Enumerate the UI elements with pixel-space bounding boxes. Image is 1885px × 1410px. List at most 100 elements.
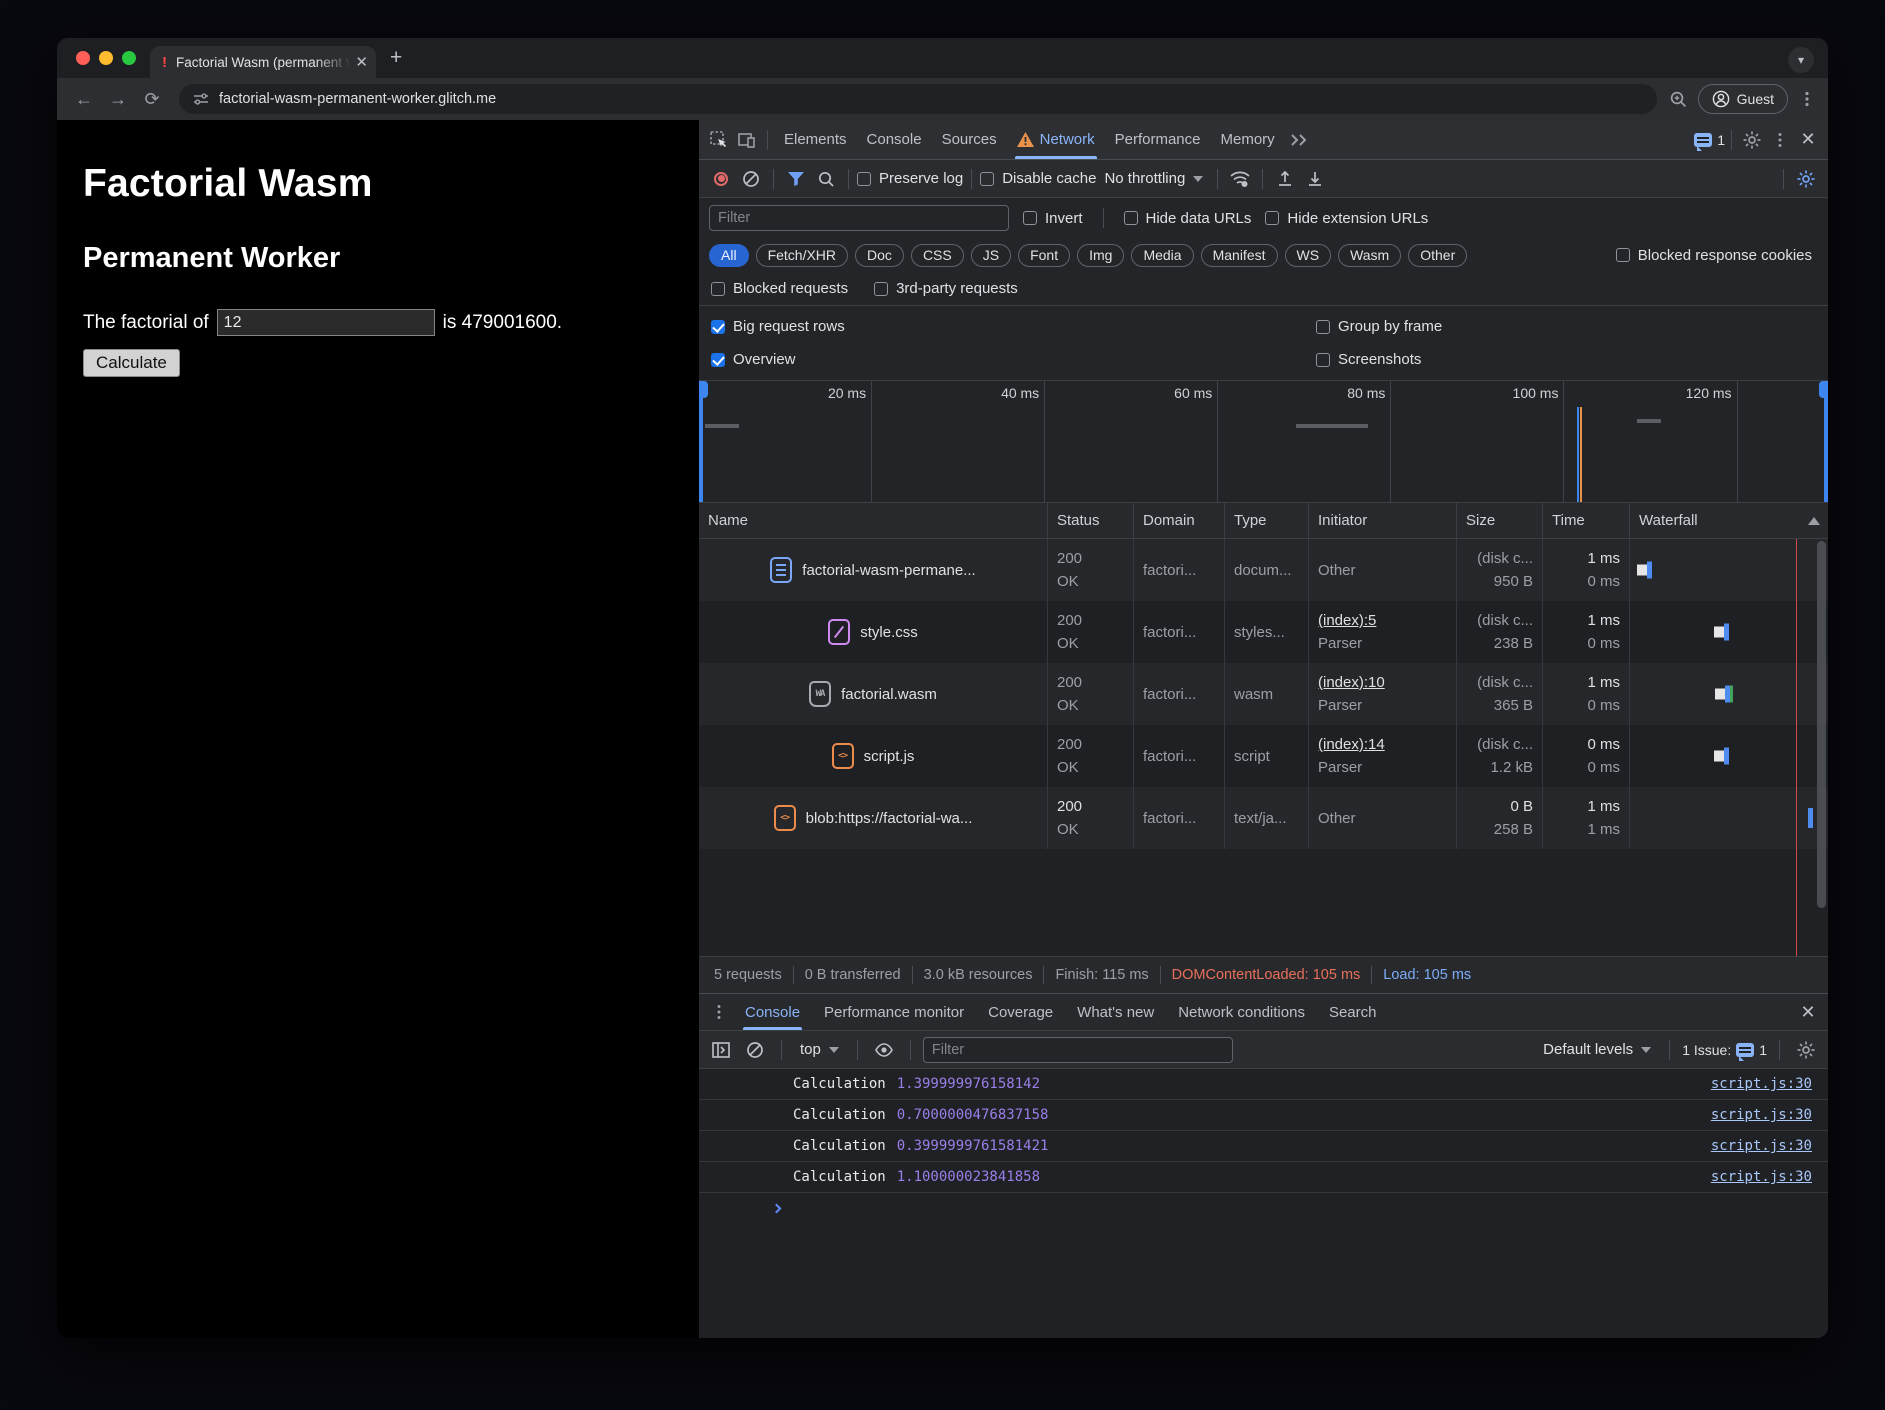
drawer-tab-search[interactable]: Search	[1317, 994, 1389, 1030]
column-header-type[interactable]: Type	[1225, 503, 1309, 538]
preserve-log-checkbox[interactable]: Preserve log	[857, 170, 963, 187]
initiator-link[interactable]: (index):5	[1318, 610, 1447, 631]
throttling-dropdown[interactable]: No throttling	[1098, 170, 1209, 187]
chip-ws[interactable]: WS	[1285, 244, 1332, 267]
source-location-link[interactable]: script.js:30	[1711, 1169, 1812, 1185]
column-header-waterfall[interactable]: Waterfall	[1630, 503, 1828, 538]
drawer-tab-whats-new[interactable]: What's new	[1065, 994, 1166, 1030]
initiator-link[interactable]: (index):14	[1318, 734, 1447, 755]
tab-console[interactable]: Console	[857, 120, 932, 159]
chip-media[interactable]: Media	[1131, 244, 1193, 267]
console-prompt[interactable]	[699, 1193, 1828, 1224]
screenshots-checkbox[interactable]: Screenshots	[1316, 351, 1421, 368]
source-location-link[interactable]: script.js:30	[1711, 1107, 1812, 1123]
table-row[interactable]: <> script.js 200OK factori... script (in…	[699, 725, 1828, 787]
console-log-entry[interactable]: Calculation 1.399999976158142 script.js:…	[699, 1069, 1828, 1100]
hide-data-urls-checkbox[interactable]: Hide data URLs	[1124, 210, 1252, 227]
tab-memory[interactable]: Memory	[1211, 120, 1285, 159]
close-drawer-icon[interactable]: ✕	[1794, 998, 1822, 1026]
invert-checkbox[interactable]: Invert	[1023, 210, 1083, 227]
column-header-domain[interactable]: Domain	[1134, 503, 1225, 538]
execution-context-dropdown[interactable]: top	[794, 1041, 845, 1058]
network-filter-input[interactable]	[709, 205, 1009, 231]
column-header-name[interactable]: Name	[699, 503, 1048, 538]
tab-sources[interactable]: Sources	[932, 120, 1007, 159]
column-header-status[interactable]: Status	[1048, 503, 1134, 538]
zoom-icon[interactable]	[1669, 90, 1688, 109]
blocked-requests-checkbox[interactable]: Blocked requests	[711, 280, 848, 297]
initiator-link[interactable]: (index):10	[1318, 672, 1447, 693]
clear-console-icon[interactable]	[741, 1036, 769, 1064]
source-location-link[interactable]: script.js:30	[1711, 1138, 1812, 1154]
new-tab-button[interactable]: +	[390, 46, 402, 70]
log-levels-dropdown[interactable]: Default levels	[1537, 1041, 1657, 1058]
more-tabs-icon[interactable]	[1285, 126, 1313, 154]
chip-font[interactable]: Font	[1018, 244, 1070, 267]
drawer-menu-icon[interactable]	[705, 998, 733, 1026]
back-icon[interactable]: ←	[69, 84, 99, 114]
overview-left-handle[interactable]	[699, 381, 703, 502]
chip-manifest[interactable]: Manifest	[1201, 244, 1278, 267]
console-sidebar-icon[interactable]	[707, 1036, 735, 1064]
chip-img[interactable]: Img	[1077, 244, 1124, 267]
tab-performance[interactable]: Performance	[1105, 120, 1211, 159]
column-header-size[interactable]: Size	[1457, 503, 1543, 538]
browser-tab[interactable]: ! Factorial Wasm (permanent W ✕	[150, 46, 376, 78]
chip-js[interactable]: JS	[971, 244, 1011, 267]
live-expression-eye-icon[interactable]	[870, 1036, 898, 1064]
address-bar[interactable]: factorial-wasm-permanent-worker.glitch.m…	[179, 84, 1657, 114]
big-request-rows-checkbox[interactable]: Big request rows	[711, 318, 845, 335]
devtools-settings-icon[interactable]	[1738, 126, 1766, 154]
group-by-frame-checkbox[interactable]: Group by frame	[1316, 318, 1442, 335]
filter-funnel-icon[interactable]	[782, 165, 810, 193]
third-party-requests-checkbox[interactable]: 3rd-party requests	[874, 280, 1018, 297]
console-log-entry[interactable]: Calculation 1.100000023841858 script.js:…	[699, 1162, 1828, 1193]
column-header-time[interactable]: Time	[1543, 503, 1630, 538]
export-har-icon[interactable]	[1301, 165, 1329, 193]
chip-css[interactable]: CSS	[911, 244, 964, 267]
record-network-log-icon[interactable]	[707, 165, 735, 193]
tab-elements[interactable]: Elements	[774, 120, 857, 159]
device-toolbar-icon[interactable]	[733, 126, 761, 154]
maximize-window-button[interactable]	[122, 51, 136, 65]
table-scrollbar[interactable]	[1817, 541, 1826, 908]
browser-menu-icon[interactable]	[1798, 90, 1816, 108]
drawer-tab-coverage[interactable]: Coverage	[976, 994, 1065, 1030]
minimize-window-button[interactable]	[99, 51, 113, 65]
factorial-input[interactable]	[217, 309, 435, 336]
site-settings-icon[interactable]	[193, 91, 209, 107]
hide-extension-urls-checkbox[interactable]: Hide extension URLs	[1265, 210, 1428, 227]
console-settings-icon[interactable]	[1792, 1036, 1820, 1064]
chip-other[interactable]: Other	[1408, 244, 1467, 267]
devtools-menu-icon[interactable]	[1766, 126, 1794, 154]
forward-icon[interactable]: →	[103, 84, 133, 114]
chip-all[interactable]: All	[709, 244, 749, 267]
tab-close-icon[interactable]: ✕	[355, 53, 368, 71]
import-har-icon[interactable]	[1271, 165, 1299, 193]
console-log-entry[interactable]: Calculation 0.7000000476837158 script.js…	[699, 1100, 1828, 1131]
column-header-initiator[interactable]: Initiator	[1309, 503, 1457, 538]
overview-checkbox[interactable]: Overview	[711, 351, 796, 368]
console-issues-counter[interactable]: 1 Issue: 1	[1682, 1042, 1767, 1058]
network-conditions-icon[interactable]	[1226, 165, 1254, 193]
blocked-response-cookies-checkbox[interactable]: Blocked response cookies	[1616, 247, 1812, 264]
table-row[interactable]: <> blob:https://factorial-wa... 200OK fa…	[699, 787, 1828, 849]
calculate-button[interactable]: Calculate	[83, 349, 180, 377]
table-row[interactable]: factorial-wasm-permane... 200OK factori.…	[699, 539, 1828, 601]
issues-counter[interactable]: 1	[1694, 132, 1725, 148]
network-overview-timeline[interactable]: 20 ms 40 ms 60 ms 80 ms 100 ms 120 ms 14…	[699, 381, 1828, 503]
drawer-tab-console[interactable]: Console	[733, 994, 812, 1030]
drawer-tab-performance-monitor[interactable]: Performance monitor	[812, 994, 976, 1030]
profile-button[interactable]: Guest	[1698, 84, 1788, 114]
drawer-tab-network-conditions[interactable]: Network conditions	[1166, 994, 1317, 1030]
source-location-link[interactable]: script.js:30	[1711, 1076, 1812, 1092]
overview-right-handle[interactable]	[1824, 381, 1828, 502]
table-row[interactable]: WA factorial.wasm 200OK factori... wasm …	[699, 663, 1828, 725]
close-devtools-icon[interactable]: ✕	[1794, 126, 1822, 154]
tab-search-chevron-icon[interactable]: ▾	[1788, 47, 1814, 73]
chip-fetch-xhr[interactable]: Fetch/XHR	[756, 244, 848, 267]
close-window-button[interactable]	[76, 51, 90, 65]
console-log-entry[interactable]: Calculation 0.3999999761581421 script.js…	[699, 1131, 1828, 1162]
search-network-icon[interactable]	[812, 165, 840, 193]
disable-cache-checkbox[interactable]: Disable cache	[980, 170, 1096, 187]
